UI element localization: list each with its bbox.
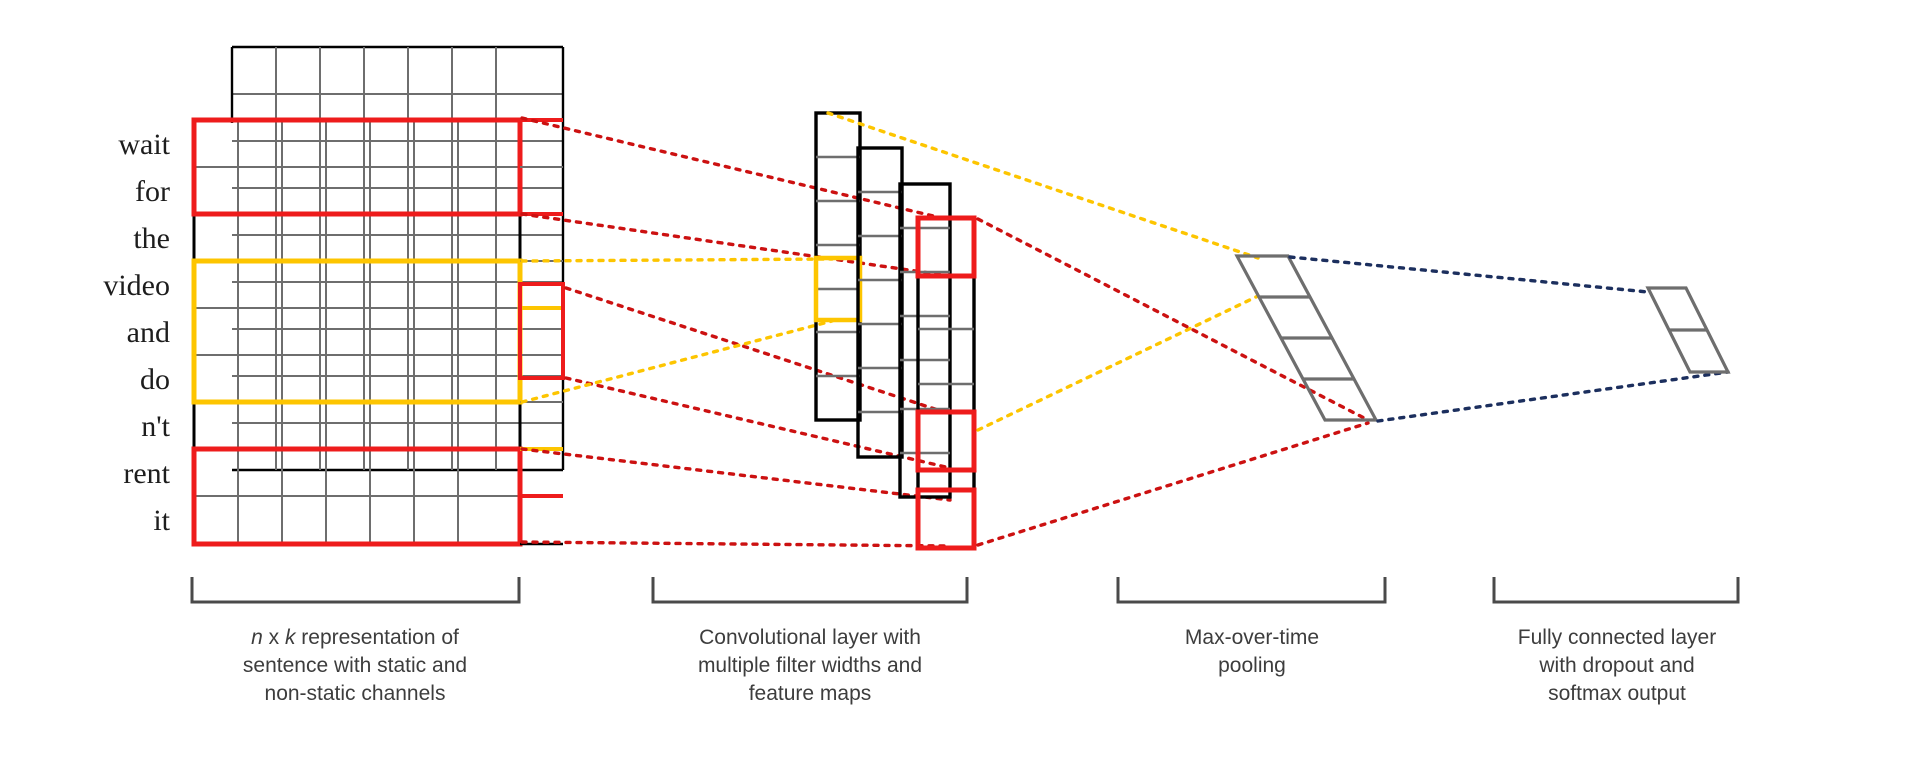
caption-conv-layer: Convolutional layer with multiple filter…: [698, 626, 922, 705]
connectors-pooling-to-output: [1288, 255, 1730, 423]
word-label: video: [103, 269, 170, 302]
connectors-conv-to-pooling: [826, 111, 1370, 547]
caption-line: softmax output: [1548, 682, 1686, 705]
output-layer: [1645, 286, 1731, 374]
caption-line: n x k representation of: [251, 626, 459, 649]
bracket-conv-layer: [651, 577, 969, 604]
sentence-word-labels: wait for the video and do n't rent it: [103, 128, 170, 537]
caption-line: Convolutional layer with: [699, 626, 921, 649]
bracket-pooling: [1116, 577, 1387, 604]
word-label: the: [133, 222, 170, 255]
word-label: do: [140, 363, 170, 396]
word-label: for: [135, 175, 170, 208]
word-label: n't: [141, 410, 170, 443]
caption-line: sentence with static and: [243, 654, 467, 677]
caption-line: with dropout and: [1538, 654, 1694, 677]
cnn-architecture-diagram: wait for the video and do n't rent it n …: [103, 45, 1740, 705]
feature-map-2: [856, 146, 904, 459]
caption-line: feature maps: [749, 682, 872, 705]
caption-sentence-matrix: n x k representation of sentence with st…: [243, 626, 467, 705]
sentence-matrix-grid: [192, 120, 522, 546]
word-label: wait: [118, 128, 170, 161]
word-label: it: [153, 504, 170, 537]
word-label: and: [127, 316, 170, 349]
feature-map-4-red-cell-2: [915, 409, 977, 473]
feature-map-1: [813, 111, 863, 422]
connectors-matrix-to-conv: [520, 116, 952, 548]
caption-output: Fully connected layer with dropout and s…: [1518, 626, 1716, 705]
caption-line: non-static channels: [265, 682, 446, 705]
bracket-sentence-matrix: [190, 577, 521, 604]
feature-map-4-red-cell-1: [915, 215, 977, 279]
caption-pooling: Max-over-time pooling: [1185, 626, 1319, 677]
caption-line: Fully connected layer: [1518, 626, 1716, 649]
caption-line: Max-over-time: [1185, 626, 1319, 649]
pooling-layer: [1234, 254, 1379, 422]
word-label: rent: [123, 457, 170, 490]
caption-line: multiple filter widths and: [698, 654, 922, 677]
channel-strip-column: [518, 118, 565, 546]
feature-map-3: [898, 182, 952, 499]
figure-root: wait for the video and do n't rent it n …: [0, 0, 1928, 778]
bracket-output: [1492, 577, 1740, 604]
caption-line: pooling: [1218, 654, 1286, 677]
